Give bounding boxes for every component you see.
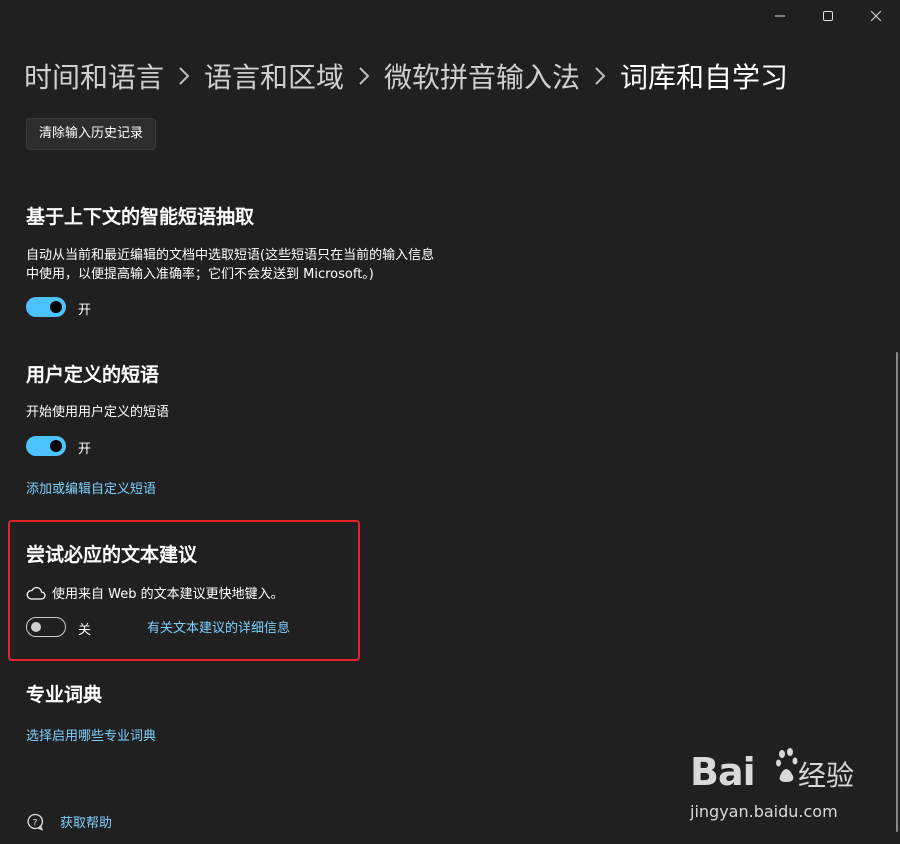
paw-icon [776,748,798,782]
bing-suggestions-toggle-label: 关 [78,623,92,638]
suggestions-details-link[interactable]: 有关文本建议的详细信息 [147,617,290,636]
toggle-knob [50,301,62,313]
help-chat-icon: ? [26,813,44,831]
bing-suggestions-heading: 尝试必应的文本建议 [26,544,198,566]
watermark-logo-text: Bai [690,750,756,794]
bing-suggestions-description-row: 使用来自 Web 的文本建议更快地键入。 [26,583,284,602]
chevron-right-icon [178,66,190,86]
choose-dictionaries-link[interactable]: 选择启用哪些专业词典 [26,725,156,744]
user-phrases-description: 开始使用用户定义的短语 [26,405,170,420]
context-extraction-toggle[interactable] [26,297,66,317]
edit-custom-phrases-link[interactable]: 添加或编辑自定义短语 [26,478,156,497]
user-phrases-heading: 用户定义的短语 [26,364,160,386]
breadcrumb-time-language[interactable]: 时间和语言 [24,56,164,96]
clear-history-button[interactable]: 清除输入历史记录 [26,118,157,150]
breadcrumb-language-region[interactable]: 语言和区域 [204,56,344,96]
breadcrumb: 时间和语言 语言和区域 微软拼音输入法 词库和自学习 [24,54,788,98]
get-help-link[interactable]: ? 获取帮助 [26,812,112,831]
context-extraction-heading: 基于上下文的智能短语抽取 [26,206,255,228]
maximize-icon [823,11,833,21]
close-button[interactable] [852,0,900,32]
context-description-line-1: 自动从当前和最近编辑的文档中选取短语(这些短语只在当前的输入信息 [26,248,435,263]
cloud-icon [26,586,46,600]
context-extraction-description: 自动从当前和最近编辑的文档中选取短语(这些短语只在当前的输入信息 中使用，以便提… [26,246,486,284]
maximize-button[interactable] [804,0,852,32]
svg-text:?: ? [33,818,38,828]
watermark-url: jingyan.baidu.com [690,802,838,821]
bing-suggestions-description: 使用来自 Web 的文本建议更快地键入。 [52,587,284,602]
watermark-cn-text: 经验 [798,759,855,792]
baidu-watermark: Bai 经验 jingyan.baidu.com [690,744,890,834]
page-title: 词库和自学习 [620,61,789,94]
minimize-icon [775,15,785,17]
breadcrumb-pinyin-ime[interactable]: 微软拼音输入法 [384,56,580,96]
user-phrases-toggle-label: 开 [78,442,92,457]
toggle-knob [50,440,62,452]
get-help-label: 获取帮助 [60,816,113,831]
context-extraction-toggle-label: 开 [78,303,92,318]
professional-dictionary-heading: 专业词典 [26,684,103,706]
bing-suggestions-toggle[interactable] [26,617,66,637]
user-phrases-toggle[interactable] [26,436,66,456]
scrollbar[interactable] [896,352,898,832]
chevron-right-icon [594,66,606,86]
minimize-button[interactable] [756,0,804,32]
toggle-knob [31,622,41,632]
window-controls [756,0,900,32]
close-icon [871,11,881,21]
context-description-line-2: 中使用，以便提高输入准确率；它们不会发送到 Microsoft。) [26,267,374,282]
chevron-right-icon [358,66,370,86]
